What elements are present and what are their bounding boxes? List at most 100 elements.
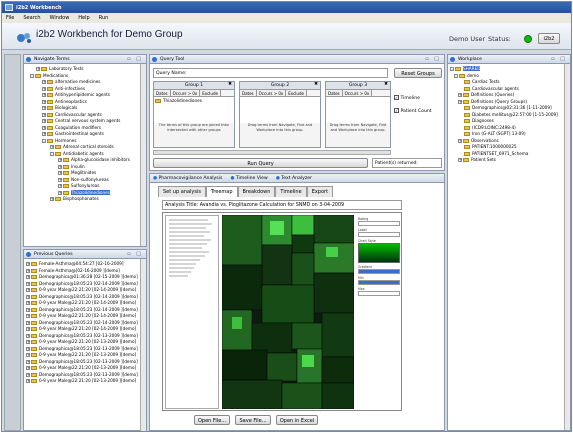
menu-search[interactable]: Search [23,15,40,23]
tab-export[interactable]: Export [306,186,334,197]
expand-icon[interactable]: + [58,177,62,182]
tab-text-analyzer[interactable]: ● Text Analyzer [276,176,312,182]
menu-bar: File Search Window Help Run [2,13,571,23]
status-button[interactable]: i2b2 [538,33,560,44]
expand-icon[interactable]: + [36,67,40,71]
tab-breakdown[interactable]: Breakdown [237,186,276,197]
tab-timeline[interactable]: Timeline [275,186,307,197]
expand-icon[interactable]: + [50,197,54,201]
close-icon[interactable]: ✖ [228,82,232,87]
expand-icon[interactable]: + [58,158,62,162]
query-name-field[interactable]: Query Name: [153,68,388,78]
expand-icon[interactable]: + [42,119,46,123]
expand-icon[interactable]: + [42,132,46,136]
folder-icon [47,93,53,97]
folder-icon [55,197,61,201]
occurs-button[interactable]: Occurs > 0x [256,90,287,96]
dates-button[interactable]: Dates [240,90,257,96]
treemap-legend-lines [169,219,212,277]
dates-button[interactable]: Dates [154,90,171,96]
expand-icon[interactable]: + [42,93,46,97]
rating-select[interactable] [358,221,400,226]
min-select[interactable] [358,280,400,285]
panel-controls[interactable]: ▫ □ [127,251,143,257]
collapse-icon[interactable]: - [50,151,54,156]
open-file-button[interactable]: Open File... [194,415,230,425]
folder-icon [63,190,69,195]
timeline-checkbox[interactable]: ✓ Timeline [394,95,420,101]
expand-icon[interactable]: + [58,190,62,195]
title-bar: i2b2 Workbench [2,2,571,13]
group-item[interactable]: Thiazolidinediones [163,98,202,103]
menu-file[interactable]: File [6,15,14,23]
tree-item[interactable]: + Patient Sets [450,157,562,164]
tab-treemap[interactable]: Treemap [205,186,238,197]
patient-count-checkbox[interactable]: ✓ Patient Count [394,108,432,114]
menu-window[interactable]: Window [50,15,70,23]
tab-timeline-view[interactable]: ● Timeline View [230,176,267,182]
analysis-title-field[interactable]: Analysis Title: Avandia vs. Pioglitazone… [162,200,402,210]
expand-icon[interactable]: + [50,145,54,149]
dates-button[interactable]: Dates [326,90,343,96]
open-in-excel-button[interactable]: Open in Excel [276,415,318,425]
group-3-box[interactable]: Group 3 ✖ Dates Occurs > 0x Drag terms fro… [325,81,391,148]
close-icon[interactable]: ✖ [314,82,318,87]
expand-icon[interactable]: + [42,99,46,104]
tab-setup[interactable]: Set up analysis [158,186,206,197]
analysis-title-value: Avandia vs. Pioglitazone Calculation for… [199,203,345,208]
folder-icon [63,177,69,182]
folder-icon [55,145,61,149]
reset-groups-button[interactable]: Reset Groups [394,68,442,78]
window-title: i2b2 Workbench [16,5,62,11]
group-hint: Drag terms from Navigate, Find and Workp… [329,123,387,132]
occurs-button[interactable]: Occurs > 0x [342,90,373,96]
query-tool-panel: Query Tool ▫ □ Query Name: Reset Groups … [149,54,445,171]
folder-icon [47,86,53,91]
group-1-box[interactable]: Group 1 ✖ Dates Occurs > 0x Exclude Thiazol… [153,81,235,148]
folder-icon [47,119,53,123]
collapse-icon[interactable]: - [30,73,34,78]
expand-icon[interactable]: + [42,106,46,110]
panel-controls[interactable]: ▫ □ [127,56,143,62]
navigate-title-bar: Navigate Terms ▫ □ [24,55,146,64]
treemap-area: Rating Label Chart Style Gradient Min Ma… [162,212,402,411]
label-select[interactable] [358,232,400,237]
folder-icon [63,158,69,162]
panel-icon [152,57,157,62]
tree-item[interactable]: + Bisphosphonates [26,196,138,203]
group-2-box[interactable]: Group 2 ✖ Dates Occurs > 0x Exclude Drag te… [239,81,321,148]
treemap-legend-panel: Rating Label Chart Style Gradient Min Ma… [358,217,400,297]
panel-controls[interactable]: ▫ □ [551,56,567,62]
folder-icon [47,80,53,84]
close-icon[interactable]: ✖ [384,82,388,87]
expand-icon[interactable]: + [58,171,62,175]
exclude-button[interactable]: Exclude [286,90,307,96]
panel-controls[interactable]: ▫ □ [425,56,441,62]
group-hint: The terms of this group are joined then … [158,123,230,132]
max-select[interactable] [358,291,400,296]
expand-icon[interactable]: + [58,164,62,169]
navigate-title: Navigate Terms [34,57,70,62]
groups-scrollbar[interactable] [153,150,391,155]
menu-help[interactable]: Help [78,15,89,23]
menu-run[interactable]: Run [99,15,109,23]
previous-scrollbar[interactable] [140,259,146,431]
expand-icon[interactable]: + [58,184,62,188]
tab-pharmacovigilance[interactable]: ● Pharmacovigilance Analysis [153,176,222,182]
workplace-title-bar: Workplace ▫ □ [448,55,570,64]
expand-icon[interactable]: + [42,86,46,91]
occurs-button[interactable]: Occurs > 0x [170,90,201,96]
navigate-scrollbar[interactable] [140,64,146,246]
run-query-button[interactable]: Run Query [153,158,368,168]
workplace-scrollbar[interactable] [564,64,570,430]
gradient-select[interactable] [358,269,400,274]
expand-icon[interactable]: + [42,112,46,117]
exclude-button[interactable]: Exclude [200,90,221,96]
query-item[interactable]: +0-9 year Male@22:21:20 [02-13-2009 ][de… [26,378,138,385]
save-file-button[interactable]: Save File... [235,415,271,425]
folder-icon [63,171,69,175]
expand-icon[interactable]: + [42,80,46,84]
collapse-icon[interactable]: - [42,138,46,143]
expand-icon[interactable]: + [42,125,46,130]
workplace-panel: Workplace ▫ □ - SHARED - demo Cardiac Test… [447,54,571,431]
